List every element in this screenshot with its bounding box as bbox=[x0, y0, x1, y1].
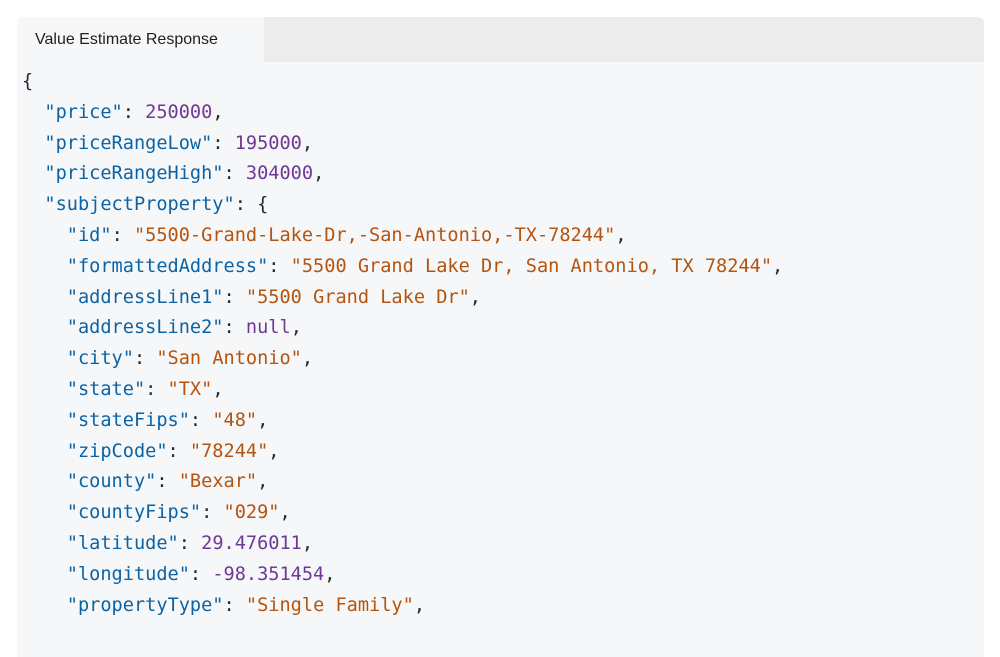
json-colon: : bbox=[122, 101, 146, 123]
json-comma: , bbox=[615, 224, 627, 246]
json-colon: : bbox=[145, 378, 168, 400]
json-value: null bbox=[245, 317, 291, 339]
json-key: "id" bbox=[66, 224, 112, 246]
json-key: "addressLine1" bbox=[66, 286, 224, 308]
json-key: "price" bbox=[44, 101, 123, 123]
json-colon: : bbox=[201, 502, 224, 524]
json-colon: : bbox=[133, 348, 157, 370]
json-key: "countyFips" bbox=[66, 502, 202, 524]
json-value: 29.476011 bbox=[201, 532, 302, 554]
json-code-block: { "price": 250000, "priceRangeLow": 1950… bbox=[22, 67, 783, 621]
json-key: "formattedAddress" bbox=[66, 255, 269, 277]
json-colon: : bbox=[223, 163, 246, 185]
json-value: -98.351454 bbox=[212, 563, 325, 585]
code-line: "price": 250000, bbox=[22, 98, 783, 129]
code-line: "addressLine1": "5500 Grand Lake Dr", bbox=[22, 283, 783, 314]
json-comma: , bbox=[290, 317, 302, 339]
json-colon: : bbox=[189, 409, 213, 431]
json-key: "state" bbox=[66, 378, 146, 400]
code-line: "zipCode": "78244", bbox=[22, 437, 783, 468]
json-comma: , bbox=[469, 286, 481, 308]
code-line: "stateFips": "48", bbox=[22, 406, 783, 437]
json-comma: , bbox=[313, 163, 325, 185]
json-comma: , bbox=[413, 594, 426, 616]
json-value: "48" bbox=[212, 409, 258, 431]
code-line: "priceRangeHigh": 304000, bbox=[22, 159, 783, 190]
code-line: "formattedAddress": "5500 Grand Lake Dr,… bbox=[22, 252, 783, 283]
code-line: "state": "TX", bbox=[22, 375, 783, 406]
json-value: "Single Family" bbox=[245, 594, 414, 616]
json-value: 304000 bbox=[245, 163, 314, 185]
json-colon: : bbox=[167, 440, 190, 462]
json-key: "priceRangeHigh" bbox=[44, 163, 224, 185]
json-value: "78244" bbox=[189, 440, 269, 462]
json-colon: : bbox=[178, 532, 202, 554]
tab-value-estimate-response[interactable]: Value Estimate Response bbox=[17, 17, 264, 62]
json-value: "TX" bbox=[167, 378, 213, 400]
json-colon: : bbox=[223, 594, 246, 616]
json-comma: , bbox=[301, 532, 314, 554]
json-comma: , bbox=[324, 563, 336, 585]
code-line: "city": "San Antonio", bbox=[22, 344, 783, 375]
json-colon: : bbox=[234, 194, 258, 216]
code-line: "countyFips": "029", bbox=[22, 498, 783, 529]
json-key: "subjectProperty" bbox=[44, 194, 235, 216]
json-colon: : bbox=[189, 563, 213, 585]
json-value: 250000 bbox=[145, 101, 213, 123]
json-comma: , bbox=[772, 255, 784, 277]
json-comma: , bbox=[301, 348, 314, 370]
json-key: "longitude" bbox=[66, 563, 190, 585]
json-value: "5500-Grand-Lake-Dr,-San-Antonio,-TX-782… bbox=[133, 224, 616, 246]
code-line: "latitude": 29.476011, bbox=[22, 529, 783, 560]
json-value: "Bexar" bbox=[178, 471, 258, 493]
json-comma: , bbox=[268, 440, 280, 462]
json-value: "5500 Grand Lake Dr, San Antonio, TX 782… bbox=[290, 255, 773, 277]
code-line: "longitude": -98.351454, bbox=[22, 560, 783, 591]
json-comma: , bbox=[257, 409, 269, 431]
json-colon: : bbox=[223, 286, 246, 308]
json-comma: , bbox=[279, 502, 291, 524]
json-key: "priceRangeLow" bbox=[44, 132, 213, 154]
json-comma: , bbox=[212, 101, 224, 123]
json-key: "stateFips" bbox=[66, 409, 190, 431]
tab-bar: Value Estimate Response bbox=[17, 17, 984, 62]
json-comma: , bbox=[301, 132, 314, 154]
json-colon: : bbox=[156, 471, 179, 493]
code-line: "county": "Bexar", bbox=[22, 467, 783, 498]
code-line: { bbox=[22, 67, 783, 98]
json-comma: , bbox=[257, 471, 269, 493]
json-key: "propertyType" bbox=[66, 594, 224, 616]
json-value: "San Antonio" bbox=[156, 348, 302, 370]
json-colon: : bbox=[111, 224, 134, 246]
json-value: "029" bbox=[223, 502, 280, 524]
json-key: "county" bbox=[66, 471, 157, 493]
json-colon: : bbox=[212, 132, 235, 154]
json-value: "5500 Grand Lake Dr" bbox=[245, 286, 470, 308]
json-colon: : bbox=[268, 255, 291, 277]
json-colon: : bbox=[223, 317, 246, 339]
json-key: "latitude" bbox=[66, 532, 179, 554]
json-key: "addressLine2" bbox=[66, 317, 224, 339]
code-line: "propertyType": "Single Family", bbox=[22, 591, 783, 622]
json-comma: , bbox=[212, 378, 224, 400]
code-line: "priceRangeLow": 195000, bbox=[22, 129, 783, 160]
json-brace: { bbox=[22, 71, 34, 92]
code-line: "addressLine2": null, bbox=[22, 313, 783, 344]
json-key: "zipCode" bbox=[66, 440, 168, 462]
json-value: { bbox=[257, 194, 269, 216]
json-key: "city" bbox=[66, 348, 134, 370]
code-line: "subjectProperty": { bbox=[22, 190, 783, 221]
json-value: 195000 bbox=[234, 132, 302, 154]
code-line: "id": "5500-Grand-Lake-Dr,-San-Antonio,-… bbox=[22, 221, 783, 252]
